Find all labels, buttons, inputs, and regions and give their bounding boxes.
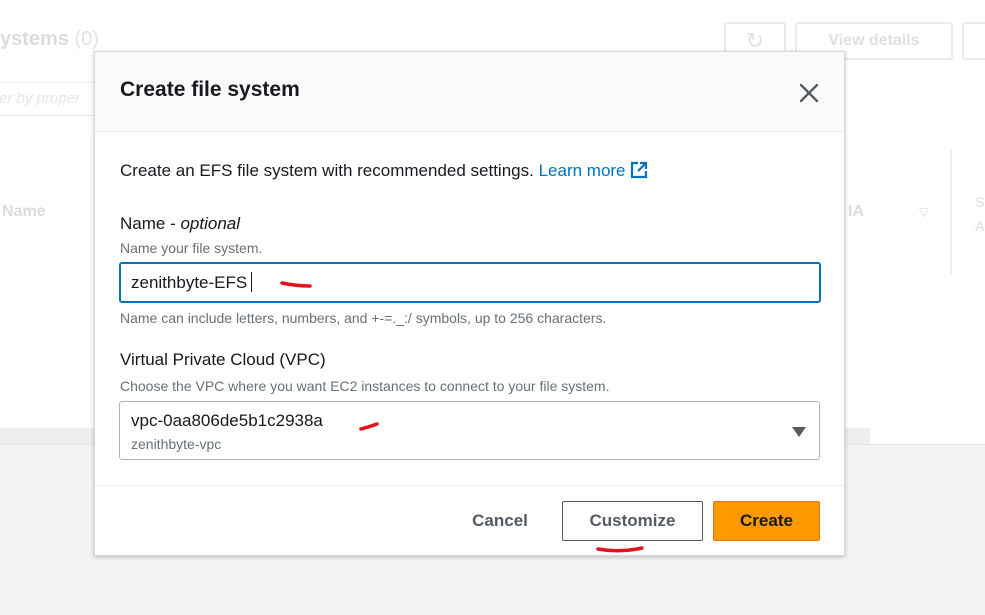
- vpc-field-label: Virtual Private Cloud (VPC): [120, 350, 326, 369]
- column-header-sa[interactable]: S A: [975, 190, 984, 238]
- vpc-selected-name: zenithbyte-vpc: [131, 436, 222, 452]
- customize-button[interactable]: Customize: [562, 501, 703, 541]
- column-header-ia[interactable]: IA: [848, 203, 864, 221]
- close-button[interactable]: [795, 79, 823, 107]
- caret-down-icon: [792, 427, 806, 437]
- create-button[interactable]: Create: [713, 501, 820, 541]
- close-icon: [799, 83, 819, 103]
- modal-footer: Cancel Customize Create: [95, 485, 844, 555]
- file-systems-heading: ystems (0): [0, 28, 99, 50]
- column-divider: [950, 150, 952, 274]
- learn-more-link[interactable]: Learn more: [539, 161, 648, 180]
- vpc-selected-id: vpc-0aa806de5b1c2938a: [131, 411, 323, 430]
- external-link-icon: [630, 161, 647, 179]
- cancel-button[interactable]: Cancel: [455, 501, 545, 541]
- name-field-label: Name - optional: [120, 214, 241, 233]
- vpc-field-description: Choose the VPC where you want EC2 instan…: [120, 378, 610, 394]
- modal-title: Create file system: [120, 78, 300, 101]
- vpc-select[interactable]: vpc-0aa806de5b1c2938a zenithbyte-vpc: [119, 401, 820, 460]
- text-cursor: [251, 272, 252, 292]
- modal-header: Create file system: [95, 52, 844, 132]
- filter-input[interactable]: er by proper: [0, 82, 98, 116]
- create-file-system-modal: Create file system Create an EFS file sy…: [94, 51, 845, 556]
- column-header-name[interactable]: Name: [2, 203, 46, 221]
- sort-caret-icon[interactable]: ▽: [919, 205, 928, 219]
- name-field-hint: Name can include letters, numbers, and +…: [120, 310, 607, 326]
- actions-button[interactable]: [962, 22, 985, 60]
- name-field-description: Name your file system.: [120, 240, 263, 256]
- file-system-name-input[interactable]: [119, 262, 821, 303]
- intro-text: Create an EFS file system with recommend…: [120, 161, 648, 181]
